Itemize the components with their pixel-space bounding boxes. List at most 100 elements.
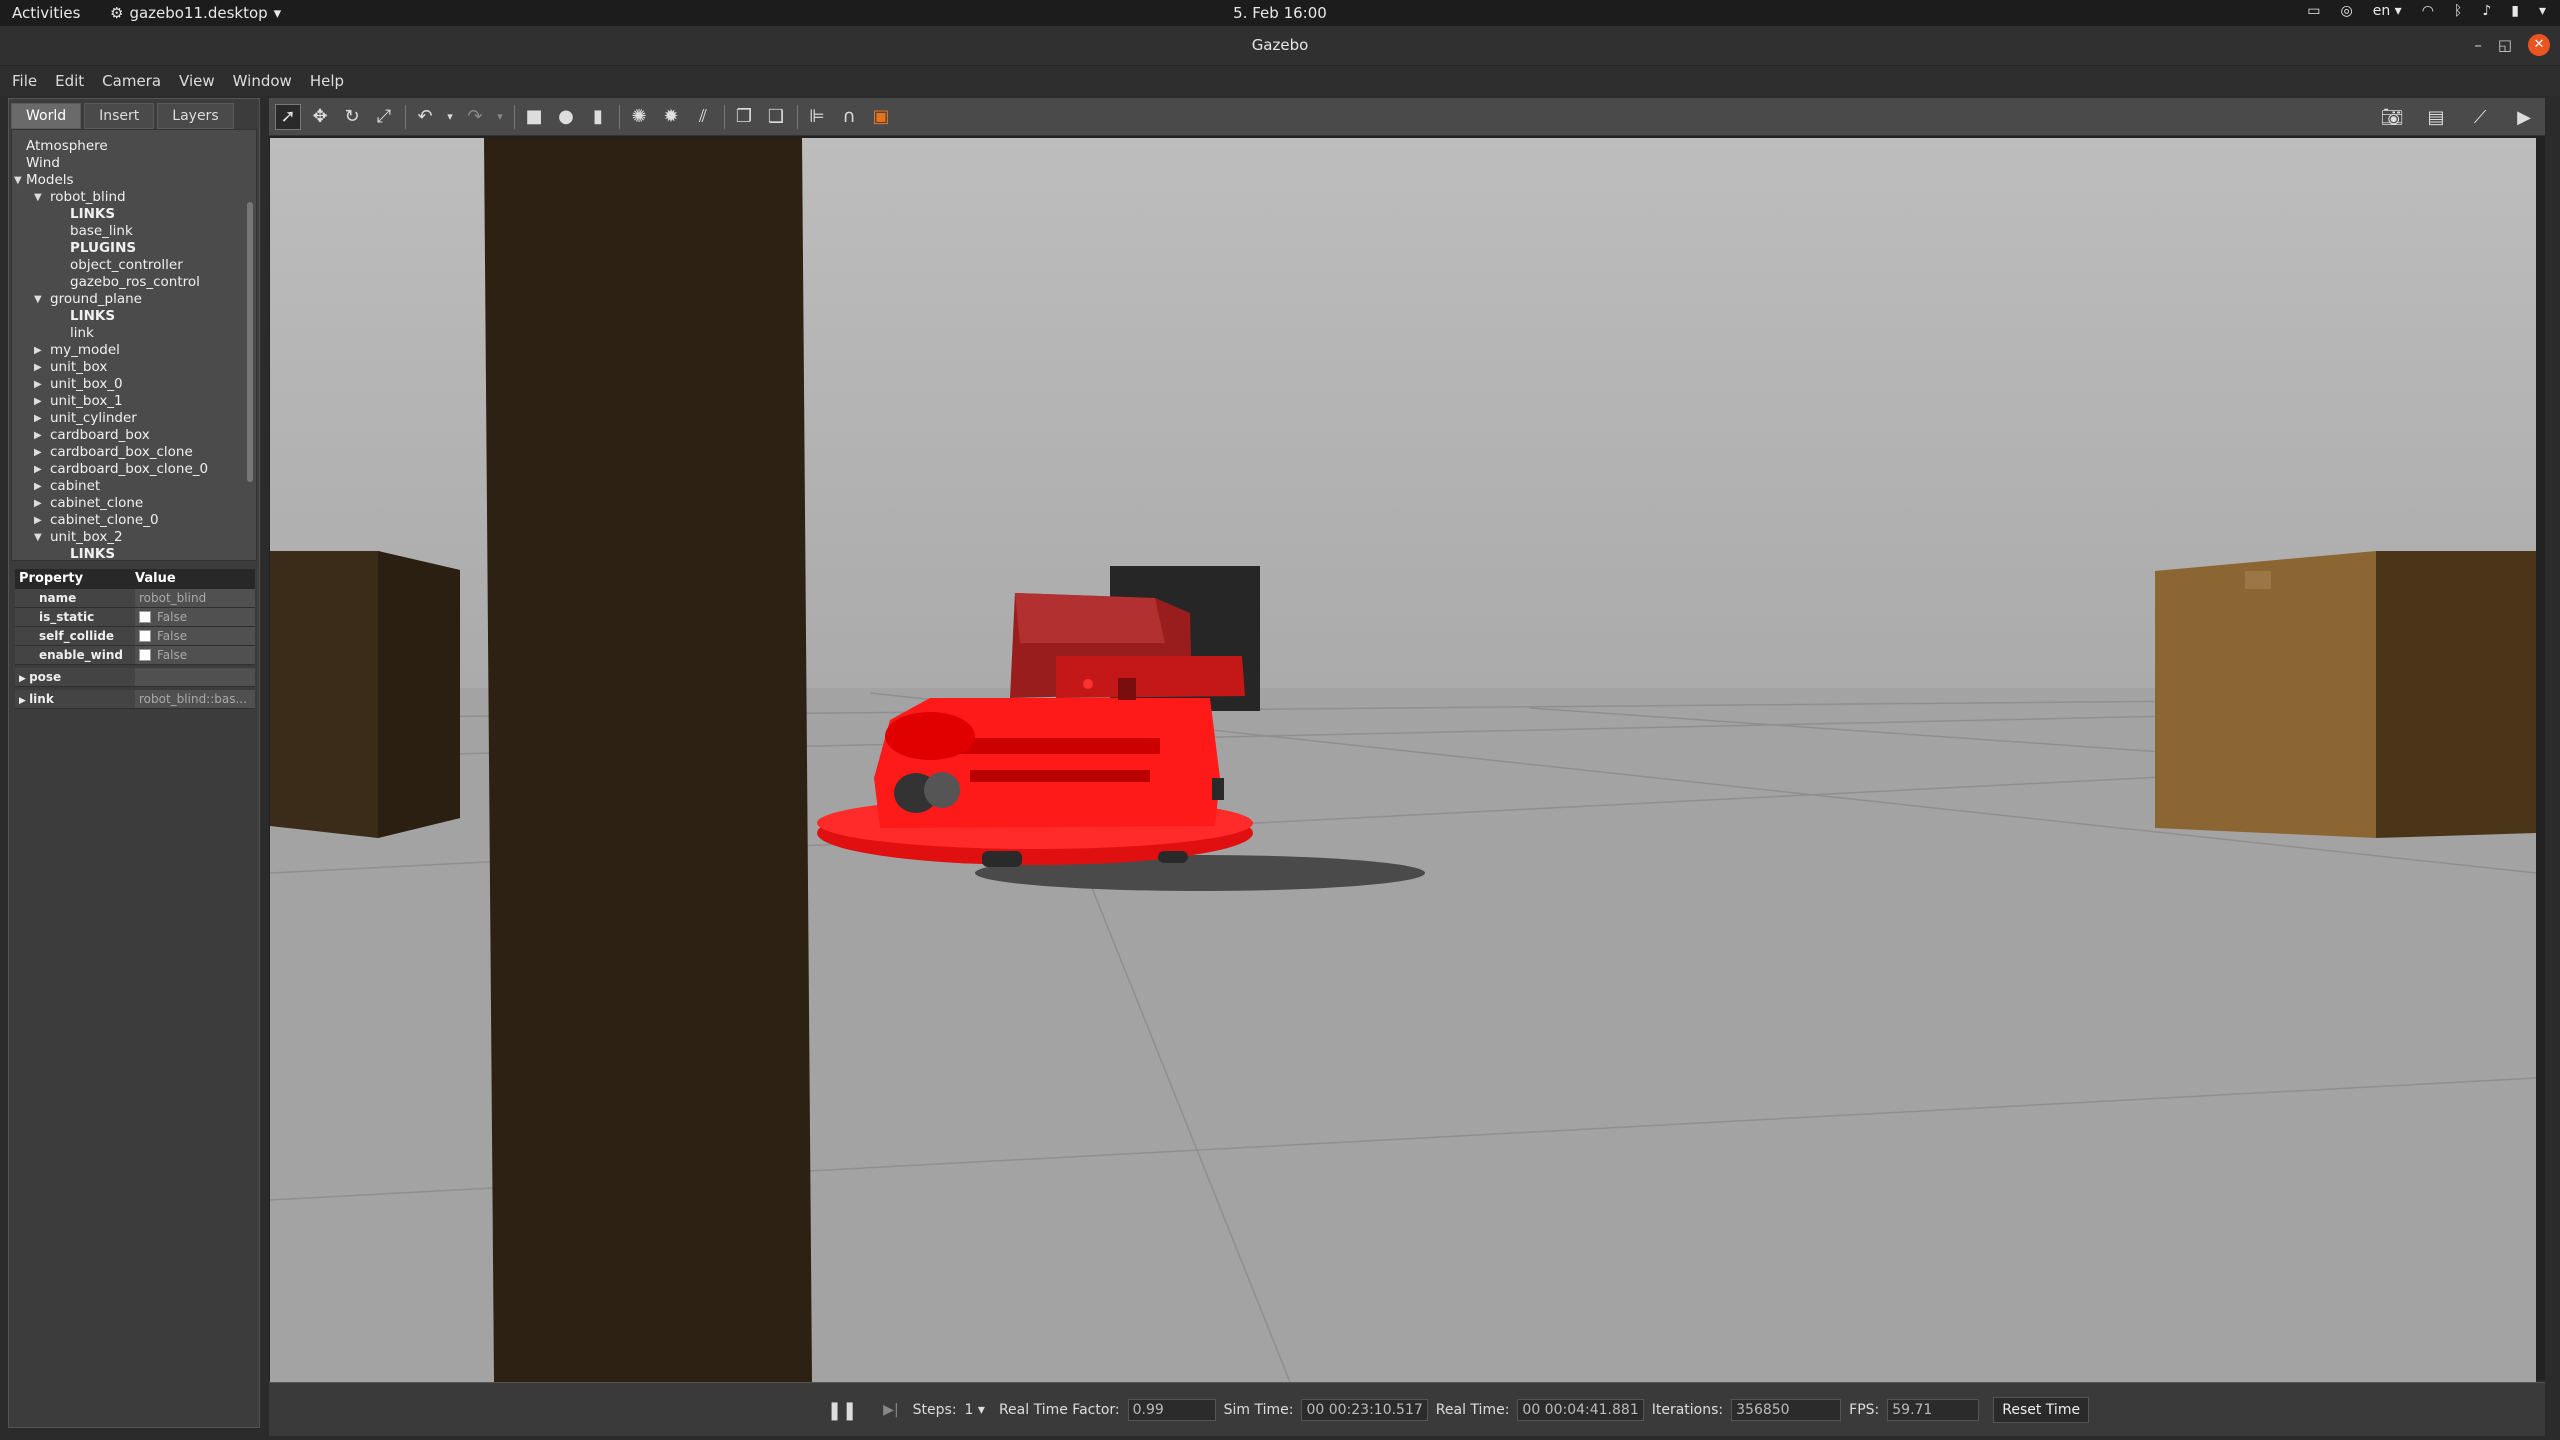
tree-item[interactable]: ▶ cardboard_box_clone bbox=[12, 444, 242, 461]
tree-item[interactable]: base_link bbox=[12, 223, 242, 240]
tree-item[interactable]: ▼ ground_plane bbox=[12, 291, 242, 308]
discord-icon[interactable]: ◎ bbox=[2340, 3, 2352, 19]
property-row-link[interactable]: ▶ link robot_blind::bas... bbox=[15, 690, 255, 709]
pause-icon[interactable]: ❚❚ bbox=[827, 1400, 857, 1421]
sphere-shape-icon[interactable]: ● bbox=[553, 104, 579, 130]
screenshot-icon[interactable]: 📷︎ bbox=[2379, 104, 2405, 130]
wifi-icon[interactable]: ◠ bbox=[2422, 3, 2434, 19]
step-icon[interactable]: ▶| bbox=[883, 1402, 898, 1418]
undo-history-icon[interactable]: ▾ bbox=[444, 104, 456, 130]
caret-down-icon[interactable]: ▼ bbox=[34, 529, 42, 546]
tree-item[interactable]: ▶ cabinet_clone bbox=[12, 495, 242, 512]
tree-item[interactable]: ▶ unit_box_1 bbox=[12, 393, 242, 410]
self-collide-checkbox[interactable] bbox=[139, 630, 151, 642]
chevron-down-icon[interactable]: ▾ bbox=[2539, 3, 2546, 19]
undo-icon[interactable]: ↶ bbox=[412, 104, 438, 130]
rotate-mode-icon[interactable]: ↻ bbox=[339, 104, 365, 130]
caret-right-icon[interactable]: ▶ bbox=[34, 393, 42, 410]
paste-icon[interactable]: ❑ bbox=[763, 104, 789, 130]
property-row-static[interactable]: is_static False bbox=[15, 608, 255, 627]
tree-item[interactable]: object_controller bbox=[12, 257, 242, 274]
cylinder-shape-icon[interactable]: ▮ bbox=[585, 104, 611, 130]
caret-right-icon[interactable]: ▶ bbox=[34, 342, 42, 359]
language-indicator[interactable]: en ▾ bbox=[2373, 3, 2402, 19]
property-row-enable-wind[interactable]: enable_wind False bbox=[15, 646, 255, 665]
app-menu[interactable]: ⚙ gazebo11.desktop ▾ bbox=[110, 4, 281, 22]
log-icon[interactable]: ▤ bbox=[2423, 104, 2449, 130]
tree-item[interactable]: link bbox=[12, 325, 242, 342]
tab-world[interactable]: World bbox=[11, 103, 82, 129]
clock[interactable]: 5. Feb 16:00 bbox=[0, 4, 2560, 22]
tree-item[interactable]: ▶ unit_box_0 bbox=[12, 376, 242, 393]
caret-right-icon[interactable]: ▶ bbox=[34, 444, 42, 461]
tree-item[interactable]: Atmosphere bbox=[12, 138, 242, 155]
activities-button[interactable]: Activities bbox=[12, 4, 80, 22]
tree-item[interactable]: ▶ unit_cylinder bbox=[12, 410, 242, 427]
snap-icon[interactable]: ∩ bbox=[836, 104, 862, 130]
caret-right-icon[interactable]: ▶ bbox=[34, 512, 42, 529]
menu-view[interactable]: View bbox=[167, 71, 215, 96]
3d-scene[interactable] bbox=[270, 138, 2536, 1382]
bluetooth-icon[interactable]: ᛒ bbox=[2454, 3, 2462, 19]
battery-icon[interactable]: ▮ bbox=[2511, 3, 2519, 19]
redo-history-icon[interactable]: ▾ bbox=[494, 104, 506, 130]
redo-icon[interactable]: ↷ bbox=[462, 104, 488, 130]
change-view-icon[interactable]: ▣ bbox=[868, 104, 894, 130]
box-shape-icon[interactable]: ■ bbox=[521, 104, 547, 130]
tree-item[interactable]: ▶ cardboard_box_clone_0 bbox=[12, 461, 242, 478]
menu-camera[interactable]: Camera bbox=[90, 71, 161, 96]
tree-item[interactable]: PLUGINS bbox=[12, 240, 242, 257]
close-icon[interactable]: ✕ bbox=[2528, 34, 2550, 56]
caret-right-icon[interactable]: ▶ bbox=[34, 376, 42, 393]
tree-item[interactable]: ▶ cabinet bbox=[12, 478, 242, 495]
video-record-icon[interactable]: ▶ bbox=[2511, 104, 2537, 130]
tree-item[interactable]: gazebo_ros_control bbox=[12, 274, 242, 291]
tree-item[interactable]: ▶ my_model bbox=[12, 342, 242, 359]
menu-edit[interactable]: Edit bbox=[43, 71, 84, 96]
menu-file[interactable]: File bbox=[0, 71, 37, 96]
minimize-icon[interactable]: – bbox=[2474, 36, 2482, 54]
spot-light-icon[interactable]: ✹ bbox=[658, 104, 684, 130]
tree-item[interactable]: Wind bbox=[12, 155, 242, 172]
directional-light-icon[interactable]: ⫽ bbox=[690, 104, 716, 130]
caret-right-icon[interactable]: ▶ bbox=[19, 696, 29, 706]
cabinet-left[interactable] bbox=[270, 551, 460, 838]
menu-help[interactable]: Help bbox=[298, 71, 344, 96]
steps-spinner[interactable]: 1 ▾ bbox=[965, 1402, 985, 1418]
screen-icon[interactable]: ▭ bbox=[2307, 3, 2320, 19]
property-row-self-collide[interactable]: self_collide False bbox=[15, 627, 255, 646]
tree-item[interactable]: ▼ unit_box_2 bbox=[12, 529, 242, 546]
scale-mode-icon[interactable]: ⤢ bbox=[371, 104, 397, 130]
caret-down-icon[interactable]: ▼ bbox=[34, 291, 42, 308]
caret-right-icon[interactable]: ▶ bbox=[34, 461, 42, 478]
tree-item[interactable]: ▼ Models bbox=[12, 172, 242, 189]
select-mode-icon[interactable]: ➚ bbox=[275, 103, 301, 130]
cardboard-box[interactable] bbox=[2155, 551, 2536, 838]
property-row-name[interactable]: name robot_blind bbox=[15, 589, 255, 608]
plot-icon[interactable]: ⟋ bbox=[2467, 104, 2493, 130]
foreground-pillar[interactable] bbox=[484, 138, 812, 1382]
caret-right-icon[interactable]: ▶ bbox=[34, 359, 42, 376]
volume-icon[interactable]: ♪ bbox=[2482, 3, 2491, 19]
window-titlebar[interactable]: Gazebo – ◱ ✕ bbox=[0, 26, 2560, 66]
caret-right-icon[interactable]: ▶ bbox=[34, 410, 42, 427]
tree-item[interactable]: ▶ unit_box bbox=[12, 359, 242, 376]
tree-item[interactable]: LINKS bbox=[12, 546, 242, 560]
caret-right-icon[interactable]: ▶ bbox=[19, 674, 29, 684]
tree-scrollbar[interactable] bbox=[247, 202, 253, 482]
tab-insert[interactable]: Insert bbox=[84, 103, 155, 129]
tree-item[interactable]: LINKS bbox=[12, 308, 242, 325]
static-checkbox[interactable] bbox=[139, 611, 151, 623]
tree-item[interactable]: LINKS bbox=[12, 206, 242, 223]
tree-item[interactable]: ▶ cabinet_clone_0 bbox=[12, 512, 242, 529]
caret-down-icon[interactable]: ▼ bbox=[14, 172, 22, 189]
align-icon[interactable]: ⊫ bbox=[804, 104, 830, 130]
maximize-icon[interactable]: ◱ bbox=[2498, 36, 2512, 54]
caret-right-icon[interactable]: ▶ bbox=[34, 427, 42, 444]
enable-wind-checkbox[interactable] bbox=[139, 649, 151, 661]
reset-time-button[interactable]: Reset Time bbox=[1993, 1397, 2090, 1423]
tree-item[interactable]: ▶ cardboard_box bbox=[12, 427, 242, 444]
caret-down-icon[interactable]: ▼ bbox=[34, 189, 42, 206]
tab-layers[interactable]: Layers bbox=[157, 103, 234, 129]
tree-item[interactable]: ▼ robot_blind bbox=[12, 189, 242, 206]
